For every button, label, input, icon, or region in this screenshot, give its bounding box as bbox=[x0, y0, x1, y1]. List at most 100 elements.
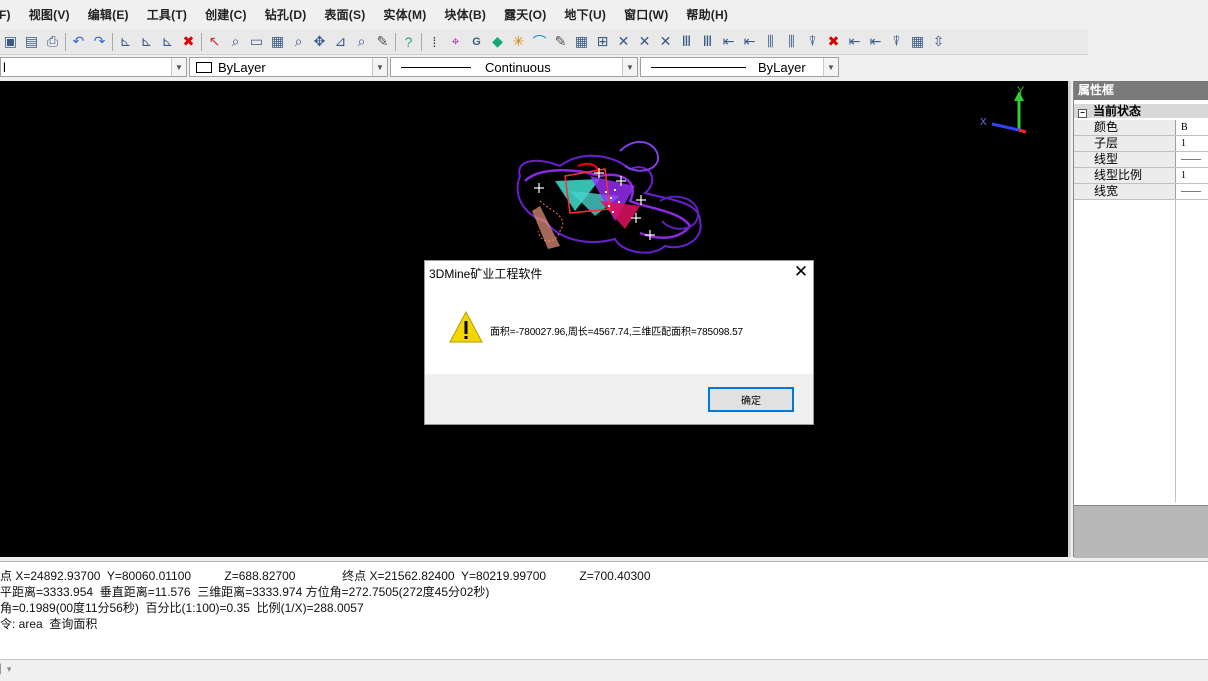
chevron-down-icon[interactable]: ▼ bbox=[372, 58, 387, 76]
draw-icon[interactable]: ⊾ bbox=[157, 31, 178, 52]
close-icon[interactable]: ✕ bbox=[789, 261, 813, 283]
lineweight-value: ByLayer bbox=[758, 59, 806, 75]
axis-indicator-icon: Y X bbox=[980, 85, 1027, 134]
grid-icon[interactable]: ▦ bbox=[907, 31, 928, 52]
property-row[interactable]: 线宽 —— bbox=[1074, 184, 1208, 200]
command-line: 令: area 查询面积 bbox=[0, 617, 98, 631]
property-value[interactable]: B bbox=[1177, 120, 1208, 135]
menu-item[interactable]: 表面(S) bbox=[315, 6, 374, 23]
grid-icon[interactable]: ▦ bbox=[571, 31, 592, 52]
undo-icon[interactable]: ↶ bbox=[68, 31, 89, 52]
split-icon[interactable]: ⫼ bbox=[760, 31, 781, 52]
property-row[interactable]: 颜色 B bbox=[1074, 120, 1208, 136]
menu-item[interactable]: 工具(T) bbox=[138, 6, 196, 23]
arrow-icon[interactable]: ⇤ bbox=[739, 31, 760, 52]
delete-icon[interactable]: ✖ bbox=[823, 31, 844, 52]
property-value[interactable]: —— bbox=[1177, 152, 1208, 167]
cross-icon[interactable]: ✕ bbox=[634, 31, 655, 52]
save-icon[interactable]: ▣ bbox=[0, 31, 21, 52]
property-value[interactable]: —— bbox=[1177, 184, 1208, 199]
menu-item[interactable]: 视图(V) bbox=[20, 6, 79, 23]
pen-icon[interactable]: ✎ bbox=[372, 31, 393, 52]
delete-icon[interactable]: ✖ bbox=[178, 31, 199, 52]
filter-icon[interactable]: ⍒ bbox=[802, 31, 823, 52]
triangle-icon[interactable]: ◆ bbox=[487, 31, 508, 52]
property-row[interactable]: 子层 1 bbox=[1074, 136, 1208, 152]
toolbar-separator bbox=[65, 32, 66, 51]
light-icon[interactable]: ✳ bbox=[508, 31, 529, 52]
menu-item[interactable]: 帮助(H) bbox=[677, 6, 737, 23]
cross-icon[interactable]: ✕ bbox=[655, 31, 676, 52]
menu-item[interactable]: 窗口(W) bbox=[615, 6, 677, 23]
select-icon[interactable]: ↖ bbox=[204, 31, 225, 52]
measure-icon[interactable]: ⊿ bbox=[330, 31, 351, 52]
toolbar-separator bbox=[201, 32, 202, 51]
table-icon[interactable]: ⊞ bbox=[592, 31, 613, 52]
linetype-dropdown[interactable]: Continuous ▼ bbox=[390, 57, 638, 77]
filter-icon[interactable]: ⍒ bbox=[886, 31, 907, 52]
panel-description-area bbox=[1074, 505, 1208, 558]
menu-item[interactable]: 创建(C) bbox=[196, 6, 256, 23]
color-value: ByLayer bbox=[218, 59, 266, 75]
pan-icon[interactable]: ✥ bbox=[309, 31, 330, 52]
arc-icon[interactable]: ⌒ bbox=[529, 31, 550, 52]
dialog-message: 面积=-780027.96,周长=4567.74,三维匹配面积=785098.5… bbox=[490, 327, 743, 338]
pen-icon[interactable]: ✎ bbox=[550, 31, 571, 52]
command-input[interactable]: ▏▾ bbox=[0, 659, 1208, 681]
collapse-icon[interactable]: − bbox=[1078, 109, 1087, 118]
text-icon[interactable]: Ⅲ bbox=[697, 31, 718, 52]
mine-model-graphic bbox=[516, 141, 702, 254]
menu-item[interactable]: F) bbox=[0, 8, 20, 22]
menu-item[interactable]: 露天(O) bbox=[495, 6, 555, 23]
property-row[interactable]: 线型比例 1 bbox=[1074, 168, 1208, 184]
zoom-icon[interactable]: ⌕ bbox=[288, 31, 309, 52]
zoom-icon[interactable]: ⌕ bbox=[351, 31, 372, 52]
chevron-down-icon[interactable]: ▼ bbox=[171, 58, 186, 76]
property-name: 线型 bbox=[1074, 152, 1176, 167]
property-value[interactable]: 1 bbox=[1177, 136, 1208, 151]
draw-icon[interactable]: ⊾ bbox=[115, 31, 136, 52]
ok-button[interactable]: 确定 bbox=[708, 387, 794, 412]
menu-item[interactable]: 块体(B) bbox=[435, 6, 495, 23]
command-history: 点 X=24892.93700 Y=80060.01100 Z=688.8270… bbox=[0, 561, 1208, 660]
menu-item[interactable]: 钻孔(D) bbox=[256, 6, 316, 23]
chevron-down-icon[interactable]: ▼ bbox=[622, 58, 637, 76]
main-toolbar: ▣ ▤ ⎙ ↶ ↷ ⊾ ⊾ ⊾ ✖ ↖ ⌕ ▭ ▦ ⌕ ✥ ⊿ ⌕ ✎? ⁞ ⌖ G ◆ ✳ ⌒ ✎ ▦ ⊞ ✕ ✕ ✕ Ⅲ Ⅲ ⇤ ⇤ ⫼ ⫼ ⍒ ✖ ⇤… bbox=[0, 29, 1088, 55]
property-name: 子层 bbox=[1074, 136, 1176, 151]
draw-icon[interactable]: ⊾ bbox=[136, 31, 157, 52]
lineweight-dropdown[interactable]: ByLayer ▼ bbox=[640, 57, 839, 77]
cross-icon[interactable]: ✕ bbox=[613, 31, 634, 52]
linetype-value: Continuous bbox=[485, 59, 551, 75]
command-line: 角=0.1989(00度11分56秒) 百分比(1:100)=0.35 比例(1… bbox=[0, 601, 364, 615]
arrow-icon[interactable]: ⇤ bbox=[718, 31, 739, 52]
window-icon[interactable]: ▭ bbox=[246, 31, 267, 52]
property-name: 线型比例 bbox=[1074, 168, 1176, 183]
redo-icon[interactable]: ↷ bbox=[89, 31, 110, 52]
dimension-icon[interactable]: ⇳ bbox=[928, 31, 949, 52]
property-value[interactable]: 1 bbox=[1177, 168, 1208, 183]
menu-bar: F) 视图(V) 编辑(E) 工具(T) 创建(C) 钻孔(D) 表面(S) 实体(M) 块体(… bbox=[0, 0, 1208, 29]
properties-bar: l ▼ ByLayer ▼ Continuous ▼ ByLayer ▼ bbox=[0, 56, 842, 80]
canvas-splitter[interactable] bbox=[1068, 81, 1071, 557]
layer-dropdown[interactable]: l ▼ bbox=[0, 57, 187, 77]
gr-icon[interactable]: G bbox=[466, 31, 487, 52]
color-dropdown[interactable]: ByLayer ▼ bbox=[189, 57, 388, 77]
menu-item[interactable]: 实体(M) bbox=[374, 6, 435, 23]
menu-item[interactable]: 地下(U) bbox=[555, 6, 615, 23]
toolbar-separator bbox=[112, 32, 113, 51]
grid-icon[interactable]: ▦ bbox=[267, 31, 288, 52]
snap-icon[interactable]: ⁞ bbox=[424, 31, 445, 52]
text-icon[interactable]: Ⅲ bbox=[676, 31, 697, 52]
chevron-down-icon[interactable]: ▼ bbox=[823, 58, 838, 76]
split-icon[interactable]: ⫼ bbox=[781, 31, 802, 52]
arrow-icon[interactable]: ⇤ bbox=[844, 31, 865, 52]
zoom-icon[interactable]: ⌕ bbox=[225, 31, 246, 52]
panel-section-current-state[interactable]: − 当前状态 bbox=[1074, 104, 1208, 118]
property-row[interactable]: 线型 —— bbox=[1074, 152, 1208, 168]
menu-item[interactable]: 编辑(E) bbox=[79, 6, 138, 23]
arrow-icon[interactable]: ⇤ bbox=[865, 31, 886, 52]
print-icon[interactable]: ⎙ bbox=[42, 31, 63, 52]
target-icon[interactable]: ⌖ bbox=[445, 31, 466, 52]
save-as-icon[interactable]: ▤ bbox=[21, 31, 42, 52]
help-icon[interactable]: ? bbox=[398, 31, 419, 52]
